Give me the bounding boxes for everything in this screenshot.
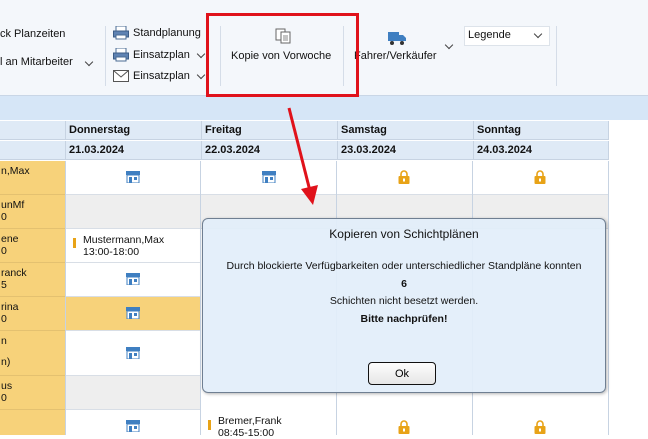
warning-icon (208, 420, 211, 430)
shop-icon (126, 171, 140, 183)
name-column-header (0, 121, 65, 140)
date-header-saturday: 23.03.2024 (337, 141, 473, 160)
envelope-icon (113, 70, 129, 82)
dialog-count: 6 (401, 278, 407, 290)
employee-sub: 0 (1, 313, 7, 325)
employee-row-label[interactable]: ene 0 (0, 229, 65, 263)
employee-row-label[interactable]: n,Max (0, 161, 65, 195)
printer-icon (113, 26, 129, 40)
employee-sub: 0 (1, 211, 7, 223)
employee-sub: 0 (1, 392, 7, 404)
shift-time: 13:00-18:00 (83, 246, 140, 258)
dialog-message-line2: Schichten nicht besetzt werden. (329, 295, 479, 307)
employee-name: rina (1, 301, 19, 313)
chevron-down-icon[interactable] (196, 70, 206, 80)
employee-name: ene (1, 233, 19, 245)
shift-employee-name: Mustermann,Max (83, 234, 165, 246)
employee-name: us (1, 380, 13, 392)
legende-dropdown[interactable]: Legende (464, 26, 550, 46)
shop-icon (126, 347, 140, 359)
shop-icon (262, 171, 276, 183)
date-header-thursday: 21.03.2024 (65, 141, 201, 160)
shift-cell[interactable]: Mustermann,Max 13:00-18:00 (66, 229, 200, 263)
chevron-down-icon[interactable] (196, 49, 206, 59)
planzeiten-button[interactable]: ck Planzeiten (0, 28, 65, 40)
employee-sub: n) (1, 356, 11, 368)
ribbon-divider (105, 26, 106, 86)
employee-row-label[interactable]: us 0 (0, 376, 65, 410)
lock-icon (398, 170, 410, 184)
shift-cell-blocked[interactable] (66, 376, 200, 410)
an-mitarbeiter-button[interactable]: l an Mitarbeiter (0, 56, 73, 68)
day-header-saturday: Samstag (337, 121, 473, 140)
truck-icon (388, 32, 406, 45)
day-header-thursday: Donnerstag (65, 121, 201, 140)
column-divider (608, 161, 609, 435)
employee-row-label[interactable]: ranck 5 (0, 263, 65, 297)
lock-icon (534, 420, 546, 434)
chevron-down-icon[interactable] (84, 57, 94, 67)
lock-icon (534, 170, 546, 184)
dialog-message-line3: Bitte nachprüfen! (360, 313, 448, 325)
highlight-box (206, 13, 359, 97)
dialog-title: Kopieren von Schichtplänen (329, 227, 479, 241)
day-header-sunday: Sonntag (473, 121, 609, 140)
legende-value: Legende (468, 29, 511, 41)
employee-row-label[interactable]: n n) (0, 331, 65, 376)
employee-name: n (1, 335, 7, 347)
dialog-message-line1: Durch blockierte Verfügbarkeiten oder un… (226, 260, 582, 272)
ribbon-divider (556, 26, 557, 86)
employee-row-label[interactable]: unMf 0 (0, 195, 65, 229)
shop-icon (126, 273, 140, 285)
name-column-subheader (0, 141, 65, 160)
copy-shift-plans-dialog: Kopieren von Schichtplänen Durch blockie… (202, 218, 606, 393)
ok-button[interactable]: Ok (368, 362, 436, 385)
employee-name: unMf (1, 199, 25, 211)
employee-name: ranck (1, 267, 27, 279)
shop-icon (126, 307, 140, 319)
employee-row-label[interactable] (0, 410, 65, 435)
einsatzplan-mail-button[interactable]: Einsatzplan (133, 70, 190, 82)
shift-cell[interactable]: Bremer,Frank 08:45-15:00 (201, 410, 336, 439)
annotation-arrow-icon (287, 107, 318, 205)
einsatzplan-print-button[interactable]: Einsatzplan (133, 49, 190, 61)
date-header-sunday: 24.03.2024 (473, 141, 609, 160)
standplanung-button[interactable]: Standplanung (133, 27, 201, 39)
warning-icon (73, 238, 76, 248)
employee-name: n,Max (1, 165, 30, 177)
shop-icon (126, 420, 140, 432)
chevron-down-icon[interactable] (444, 40, 454, 50)
employee-sub: 0 (1, 245, 7, 257)
printer-icon (113, 48, 129, 62)
shift-employee-name: Bremer,Frank (218, 415, 282, 427)
chevron-down-icon (533, 29, 543, 39)
employee-row-label[interactable]: rina 0 (0, 297, 65, 331)
shift-time: 08:45-15:00 (218, 427, 275, 439)
employee-sub: 5 (1, 279, 7, 291)
shift-cell-blocked[interactable] (66, 195, 200, 229)
lock-icon (398, 420, 410, 434)
fahrer-verkaeufer-button[interactable]: Fahrer/Verkäufer (354, 50, 437, 62)
